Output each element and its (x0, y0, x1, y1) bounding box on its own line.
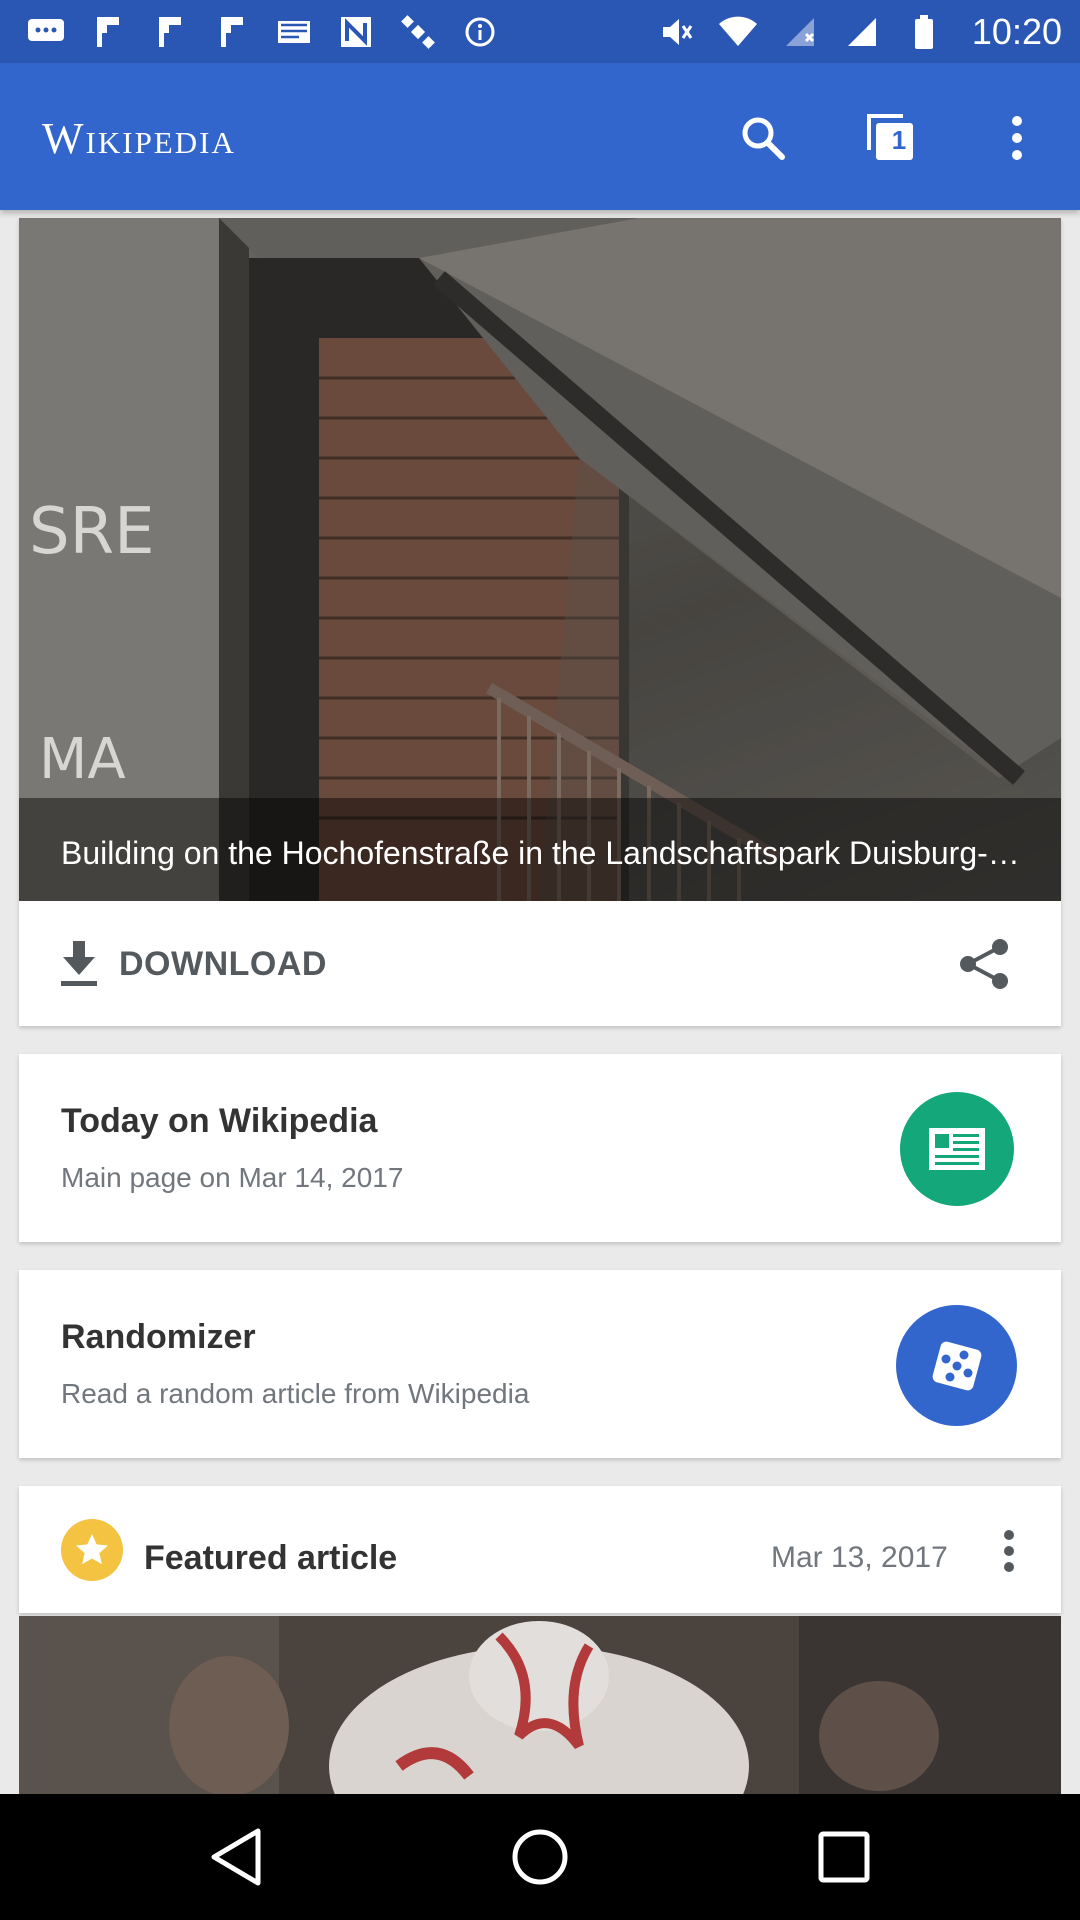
messages-icon (26, 15, 66, 49)
back-button[interactable] (196, 1817, 276, 1897)
share-button[interactable] (954, 934, 1014, 994)
download-button[interactable]: DOWNLOAD (59, 937, 327, 991)
featured-overflow-button[interactable] (994, 1526, 1024, 1576)
download-icon (61, 941, 97, 986)
flipboard-icon (150, 15, 190, 49)
dice-icon (932, 1341, 981, 1390)
featured-article-title: Featured article (144, 1539, 398, 1577)
flipboard-icon (212, 15, 252, 49)
star-icon (76, 1534, 108, 1565)
picture-of-day-actions: DOWNLOAD (19, 901, 1061, 1026)
more-vert-icon (1004, 1530, 1014, 1572)
home-icon (512, 1829, 568, 1885)
wikipedia-logo: Wikipedia (42, 114, 236, 163)
status-notifications (26, 14, 500, 49)
picture-of-day-caption: Building on the Hochofenstraße in the La… (61, 835, 1021, 871)
share-icon (960, 939, 1008, 989)
search-icon (742, 117, 785, 160)
featured-article-header[interactable]: Featured article Mar 13, 2017 (19, 1486, 1061, 1613)
app-bar: Wikipedia 1 (0, 63, 1080, 210)
download-label: DOWNLOAD (119, 944, 327, 983)
back-icon (211, 1828, 261, 1886)
recents-icon (818, 1831, 870, 1883)
battery-icon (904, 14, 944, 49)
today-on-wikipedia-card[interactable]: Today on Wikipedia Main page on Mar 14, … (19, 1054, 1061, 1242)
today-card-icon-button (900, 1092, 1014, 1206)
status-system: 10:20 (656, 11, 1062, 53)
randomizer-icon-button (896, 1305, 1017, 1426)
no-sim-icon (780, 15, 820, 49)
featured-image-art (19, 1616, 1061, 1794)
signal-icon (842, 15, 882, 49)
mute-icon (656, 15, 696, 49)
news-icon (336, 15, 376, 49)
news-icon (929, 1128, 985, 1170)
today-card-subtitle: Main page on Mar 14, 2017 (61, 1162, 404, 1193)
building-photo: SRE MA (19, 218, 1061, 901)
home-button[interactable] (500, 1817, 580, 1897)
system-navigation-bar (0, 1794, 1080, 1920)
randomizer-card-title: Randomizer (61, 1318, 256, 1356)
svg-text:SRE: SRE (29, 495, 155, 569)
picture-of-day-card: SRE MA Building on the Hochofenstraße in… (19, 218, 1061, 1026)
today-card-title: Today on Wikipedia (61, 1102, 378, 1140)
wifi-icon (718, 15, 758, 49)
randomizer-card-subtitle: Read a random article from Wikipedia (61, 1378, 530, 1409)
randomizer-card[interactable]: Randomizer Read a random article from Wi… (19, 1270, 1061, 1458)
featured-star-badge (61, 1519, 123, 1581)
info-icon (460, 15, 500, 49)
tabs-count: 1 (891, 125, 907, 155)
recents-button[interactable] (804, 1817, 884, 1897)
search-button[interactable] (728, 103, 798, 173)
email-icon (274, 15, 314, 49)
tabs-button[interactable]: 1 (856, 103, 926, 173)
featured-article-date: Mar 13, 2017 (771, 1541, 948, 1574)
svg-text:MA: MA (39, 727, 126, 792)
flipboard-icon (88, 15, 128, 49)
featured-article-image[interactable] (19, 1616, 1061, 1794)
satellite-icon (398, 14, 438, 49)
status-time: 10:20 (971, 10, 1062, 52)
more-vert-icon (1012, 116, 1022, 160)
status-bar: 10:20 (0, 0, 1080, 63)
overflow-menu-button[interactable] (982, 103, 1052, 173)
picture-of-day-image[interactable]: SRE MA Building on the Hochofenstraße in… (19, 218, 1061, 901)
